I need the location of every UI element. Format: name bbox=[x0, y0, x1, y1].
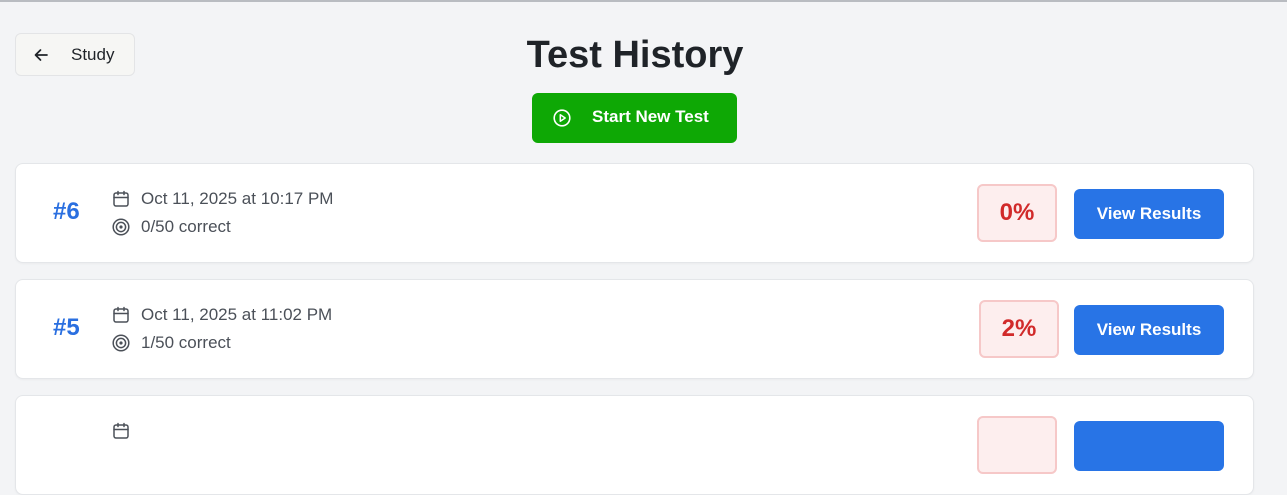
test-date: Oct 11, 2025 at 10:17 PM bbox=[141, 189, 334, 208]
test-score: 0/50 correct bbox=[141, 217, 231, 236]
test-date: Oct 11, 2025 at 11:02 PM bbox=[141, 305, 333, 324]
score-percent-badge bbox=[977, 416, 1057, 474]
window-top-border bbox=[0, 0, 1287, 2]
score-percent-badge: 2% bbox=[979, 300, 1059, 358]
view-results-button[interactable]: View Results bbox=[1074, 189, 1224, 239]
test-number: #5 bbox=[53, 314, 80, 341]
target-icon bbox=[112, 218, 130, 236]
page-title: Test History bbox=[526, 34, 744, 76]
test-history-card: #5 Oct 11, 2025 at 11:02 PM 1/50 correct… bbox=[15, 279, 1254, 379]
score-percent-badge: 0% bbox=[977, 184, 1057, 242]
calendar-icon bbox=[113, 306, 129, 323]
calendar-icon bbox=[113, 190, 129, 207]
view-results-button[interactable] bbox=[1074, 421, 1224, 471]
play-circle-icon bbox=[553, 109, 571, 127]
start-new-test-button[interactable]: Start New Test bbox=[532, 93, 737, 143]
test-history-card bbox=[15, 395, 1254, 495]
test-history-card: #6 Oct 11, 2025 at 10:17 PM 0/50 correct… bbox=[15, 163, 1254, 263]
calendar-icon bbox=[113, 422, 129, 439]
view-results-button[interactable]: View Results bbox=[1074, 305, 1224, 355]
test-score: 1/50 correct bbox=[141, 333, 231, 352]
test-number: #6 bbox=[53, 198, 80, 225]
start-button-label: Start New Test bbox=[592, 107, 709, 126]
target-icon bbox=[112, 334, 130, 352]
